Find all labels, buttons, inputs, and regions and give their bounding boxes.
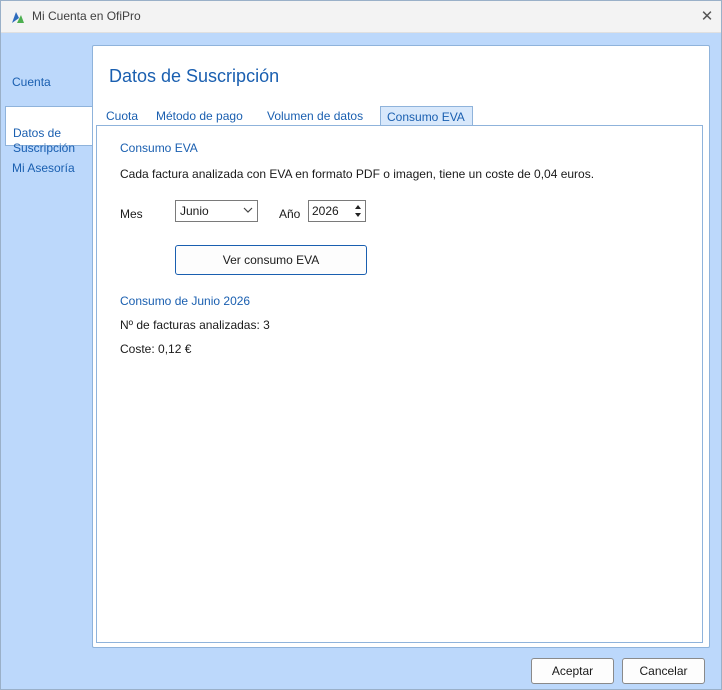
sidebar-item-label: Datos de Suscripción [13,126,76,155]
tab-content-consumo-eva: Consumo EVA Cada factura analizada con E… [96,125,703,643]
window-title: Mi Cuenta en OfiPro [32,9,141,23]
title-bar: Mi Cuenta en OfiPro ✕ [1,1,721,33]
accept-button[interactable]: Aceptar [531,658,614,684]
year-spinner-value: 2026 [312,204,339,218]
spin-down-icon[interactable] [352,211,364,220]
chevron-down-icon [243,207,253,213]
spinner-buttons [352,202,364,220]
month-label: Mes [120,207,143,221]
close-icon[interactable]: ✕ [697,7,717,27]
sidebar-item-datos-suscripcion[interactable]: Datos de Suscripción [5,106,92,155]
cost-text: Coste: 0,12 € [120,342,192,356]
app-logo-icon [12,12,24,23]
tab-metodo-pago[interactable]: Método de pago [156,106,243,126]
main-window: Mi Cuenta en OfiPro ✕ Cuenta Datos de Su… [0,0,722,690]
tab-cuota[interactable]: Cuota [106,106,138,126]
year-spinner[interactable]: 2026 [308,200,366,222]
sidebar-item-mi-asesoria[interactable]: Mi Asesoría [5,161,92,175]
sidebar-item-label: Mi Asesoría [12,161,75,175]
sidebar-item-label: Cuenta [12,75,51,89]
description-text: Cada factura analizada con EVA en format… [120,167,595,181]
tab-volumen-datos[interactable]: Volumen de datos [267,106,363,126]
month-select[interactable]: Junio [175,200,258,222]
ver-consumo-eva-button[interactable]: Ver consumo EVA [175,245,367,275]
cancel-button[interactable]: Cancelar [622,658,705,684]
year-label: Año [279,207,301,221]
tab-consumo-eva[interactable]: Consumo EVA [380,106,473,127]
invoices-count-text: Nº de facturas analizadas: 3 [120,318,270,332]
spin-up-icon[interactable] [352,202,364,211]
section-title: Consumo EVA [120,141,198,155]
month-select-value: Junio [180,204,209,218]
page-title: Datos de Suscripción [109,66,280,86]
result-title: Consumo de Junio 2026 [120,294,251,308]
sidebar-item-cuenta[interactable]: Cuenta [5,75,92,89]
content-panel: Datos de Suscripción Cuota Método de pag… [92,45,710,648]
